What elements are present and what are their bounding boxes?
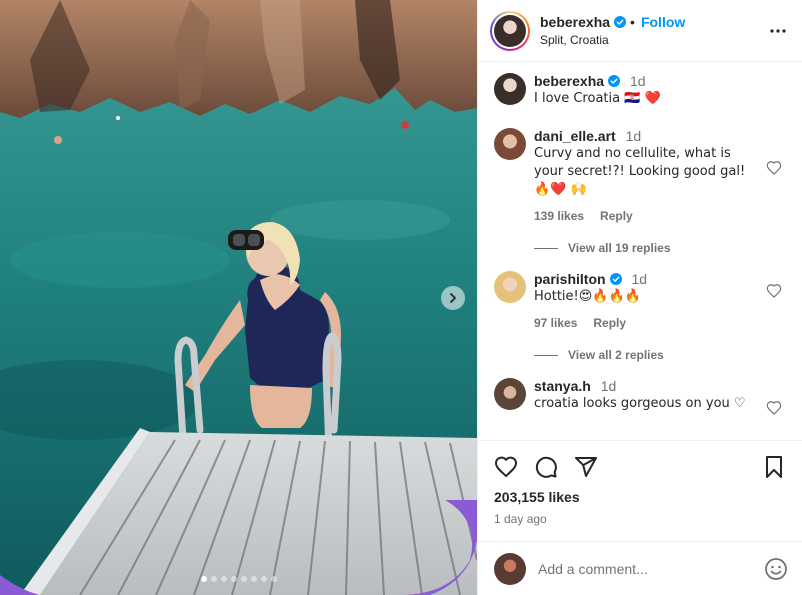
verified-icon — [609, 273, 622, 285]
carousel-dot — [230, 576, 237, 582]
story-ring[interactable] — [490, 10, 530, 51]
like-comment-heart-icon[interactable] — [766, 283, 782, 299]
post-header: beberexha • Follow Split, Croatia — [478, 0, 802, 62]
caption-avatar[interactable] — [494, 73, 526, 105]
comment-time[interactable]: 1d — [601, 378, 617, 394]
current-user-avatar — [494, 552, 526, 585]
carousel-dot — [260, 576, 267, 582]
comment-avatar[interactable] — [494, 271, 526, 303]
comments-list: beberexha 1d I love Croatia 🇭🇷 ❤️ dani_e… — [478, 63, 802, 440]
carousel-dot — [220, 576, 227, 582]
carousel-dot — [210, 576, 217, 582]
more-icon — [770, 28, 786, 33]
view-replies-button[interactable]: View all 19 replies — [534, 241, 786, 255]
view-replies-label: View all 19 replies — [568, 241, 671, 255]
caption-text: I love Croatia 🇭🇷 ❤️ — [534, 91, 661, 106]
view-replies-button[interactable]: View all 2 replies — [534, 348, 786, 362]
author-username[interactable]: beberexha — [540, 14, 610, 30]
reply-button[interactable]: Reply — [593, 316, 626, 330]
emoji-icon[interactable] — [764, 557, 788, 581]
carousel-dot — [200, 576, 207, 582]
bookmark-icon[interactable] — [762, 455, 786, 479]
comment-item: parishilton 1d Hottie!😍🔥🔥🔥 97 likes Repl… — [494, 271, 786, 330]
comment-input[interactable] — [538, 560, 764, 577]
post-photo[interactable] — [0, 0, 477, 595]
header-separator: • — [630, 14, 635, 30]
like-comment-heart-icon[interactable] — [766, 160, 782, 176]
caption: beberexha 1d I love Croatia 🇭🇷 ❤️ — [494, 73, 786, 108]
comment-avatar[interactable] — [494, 378, 526, 410]
carousel-dot — [250, 576, 257, 582]
comment-text: Curvy and no cellulite, what is your sec… — [534, 146, 746, 197]
follow-button[interactable]: Follow — [641, 14, 685, 30]
comment-likes[interactable]: 139 likes — [534, 209, 584, 223]
comment-composer — [478, 541, 802, 595]
comment-icon[interactable] — [534, 455, 558, 479]
comment-username[interactable]: parishilton — [534, 271, 606, 287]
carousel-dots — [0, 576, 477, 582]
more-options-button[interactable] — [766, 19, 790, 43]
post-location[interactable]: Split, Croatia — [540, 33, 766, 47]
comment-username[interactable]: stanya.h — [534, 378, 591, 394]
likes-count[interactable]: 203,155 likes — [494, 489, 786, 505]
view-replies-label: View all 2 replies — [568, 348, 664, 362]
like-comment-heart-icon[interactable] — [766, 400, 782, 416]
verified-icon — [608, 75, 621, 87]
carousel-dot — [270, 576, 277, 582]
verified-icon — [614, 16, 627, 28]
photo-image — [0, 0, 477, 595]
avatar — [494, 14, 526, 47]
comment-text: Hottie!😍🔥🔥🔥 — [534, 289, 641, 304]
post-date[interactable]: 1 day ago — [494, 512, 786, 526]
caption-time[interactable]: 1d — [630, 73, 646, 89]
comment-text: croatia looks gorgeous on you ♡ — [534, 396, 746, 411]
post-side-panel: beberexha • Follow Split, Croatia bebere… — [477, 0, 802, 595]
heart-icon[interactable] — [494, 455, 518, 479]
next-slide-button[interactable] — [441, 286, 465, 310]
comment-item: stanya.h 1d croatia looks gorgeous on yo… — [494, 378, 786, 416]
reply-button[interactable]: Reply — [600, 209, 633, 223]
comment-username[interactable]: dani_elle.art — [534, 128, 616, 144]
post-actions: 203,155 likes 1 day ago — [478, 440, 802, 526]
caption-username[interactable]: beberexha — [534, 73, 604, 89]
comment-time[interactable]: 1d — [631, 271, 647, 287]
comment-time[interactable]: 1d — [626, 128, 642, 144]
comment-avatar[interactable] — [494, 128, 526, 160]
chevron-right-icon — [450, 293, 456, 303]
comment-likes[interactable]: 97 likes — [534, 316, 577, 330]
carousel-dot — [240, 576, 247, 582]
comment-item: dani_elle.art 1d Curvy and no cellulite,… — [494, 128, 786, 223]
share-icon[interactable] — [574, 455, 598, 479]
